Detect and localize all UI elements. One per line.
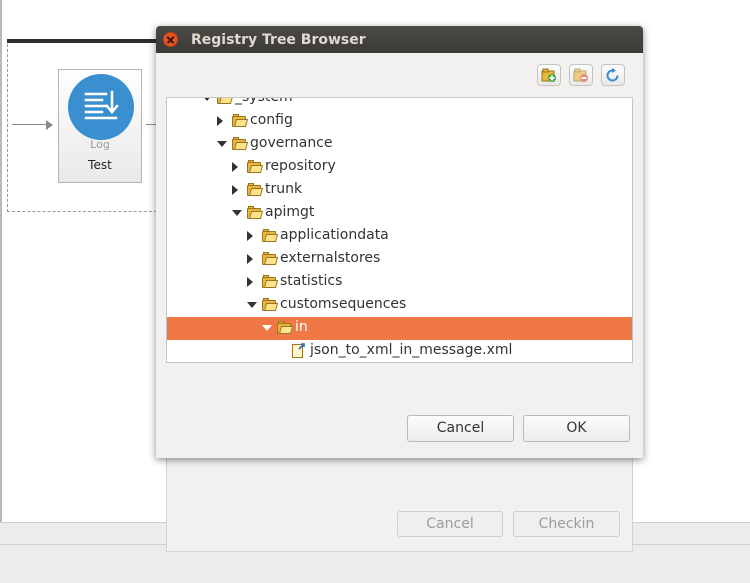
tree-folder-item[interactable]: externalstores xyxy=(167,248,632,271)
tree-folder-item[interactable]: in xyxy=(167,317,632,340)
tree-item-label: json_to_xml_in_message.xml xyxy=(310,342,513,358)
tree-folder-item[interactable]: applicationdata xyxy=(167,225,632,248)
tree-folder-item[interactable]: apimgt xyxy=(167,202,632,225)
folder-icon xyxy=(277,321,294,334)
tree-folder-item[interactable]: customsequences xyxy=(167,294,632,317)
ok-button[interactable]: OK xyxy=(523,415,630,442)
delete-resource-button[interactable] xyxy=(569,64,593,86)
tree-item-label: statistics xyxy=(280,273,343,289)
log-mediator-type: Log xyxy=(90,138,110,151)
tree-item-label: trunk xyxy=(265,181,303,197)
tree-item-label: applicationdata xyxy=(280,227,389,243)
expander-closed-icon[interactable] xyxy=(232,162,238,172)
tree-item-label: governance xyxy=(250,135,333,151)
checkin-dialog: Cancel Checkin xyxy=(166,455,633,552)
folder-icon xyxy=(217,98,234,104)
expander-closed-icon[interactable] xyxy=(247,231,253,241)
folder-icon xyxy=(262,229,279,242)
sequence-container-header xyxy=(7,39,167,43)
expander-open-icon[interactable] xyxy=(202,98,212,101)
xml-file-link-icon xyxy=(292,343,306,359)
folder-icon xyxy=(232,114,249,127)
expander-open-icon[interactable] xyxy=(232,210,242,216)
tree-item-label: _system xyxy=(235,97,293,105)
registry-tree-browser-dialog: Registry Tree Browser _systemconfig gover… xyxy=(156,26,643,458)
tree-folder-item[interactable]: trunk xyxy=(167,179,632,202)
log-icon xyxy=(68,74,134,140)
folder-icon xyxy=(262,275,279,288)
delete-resource-icon xyxy=(573,68,588,82)
expander-closed-icon[interactable] xyxy=(232,185,238,195)
folder-icon xyxy=(232,137,249,150)
tree-folder-item[interactable]: _system xyxy=(167,97,632,110)
dialog-titlebar: Registry Tree Browser xyxy=(156,26,643,53)
folder-icon xyxy=(247,160,264,173)
tree-item-label: apimgt xyxy=(265,204,315,220)
expander-closed-icon[interactable] xyxy=(217,116,223,126)
add-resource-icon xyxy=(541,68,556,82)
log-mediator[interactable]: Log Test xyxy=(58,69,142,183)
tree-item-label: config xyxy=(250,112,293,128)
expander-open-icon[interactable] xyxy=(217,141,227,147)
checkin-cancel-button[interactable]: Cancel xyxy=(397,511,503,537)
expander-closed-icon[interactable] xyxy=(247,254,253,264)
tree-folder-item[interactable]: config xyxy=(167,110,632,133)
refresh-icon xyxy=(606,68,619,82)
folder-icon xyxy=(262,298,279,311)
folder-icon xyxy=(262,252,279,265)
add-resource-button[interactable] xyxy=(537,64,561,86)
refresh-button[interactable] xyxy=(601,64,625,86)
registry-tree[interactable]: _systemconfig governance repository trunk ap… xyxy=(166,97,633,363)
close-icon[interactable] xyxy=(163,32,178,47)
tree-item-label: in xyxy=(295,319,308,335)
tree-folder-item[interactable]: governance xyxy=(167,133,632,156)
tree-item-label: repository xyxy=(265,158,336,174)
tree-item-label: customsequences xyxy=(280,296,407,312)
expander-open-icon[interactable] xyxy=(262,325,272,331)
log-mediator-name: Test xyxy=(88,158,112,172)
canvas-left-border xyxy=(0,0,2,522)
cancel-button[interactable]: Cancel xyxy=(407,415,514,442)
tree-folder-item[interactable]: statistics xyxy=(167,271,632,294)
tree-file-item[interactable]: json_to_xml_in_message.xml xyxy=(167,340,632,362)
tree-folder-item[interactable]: repository xyxy=(167,156,632,179)
dialog-title: Registry Tree Browser xyxy=(191,32,366,48)
flow-arrow-head xyxy=(46,120,53,130)
folder-icon xyxy=(247,206,264,219)
expander-open-icon[interactable] xyxy=(247,302,257,308)
tree-item-label: externalstores xyxy=(280,250,381,266)
expander-closed-icon[interactable] xyxy=(247,277,253,287)
checkin-button[interactable]: Checkin xyxy=(513,511,620,537)
folder-icon xyxy=(247,183,264,196)
